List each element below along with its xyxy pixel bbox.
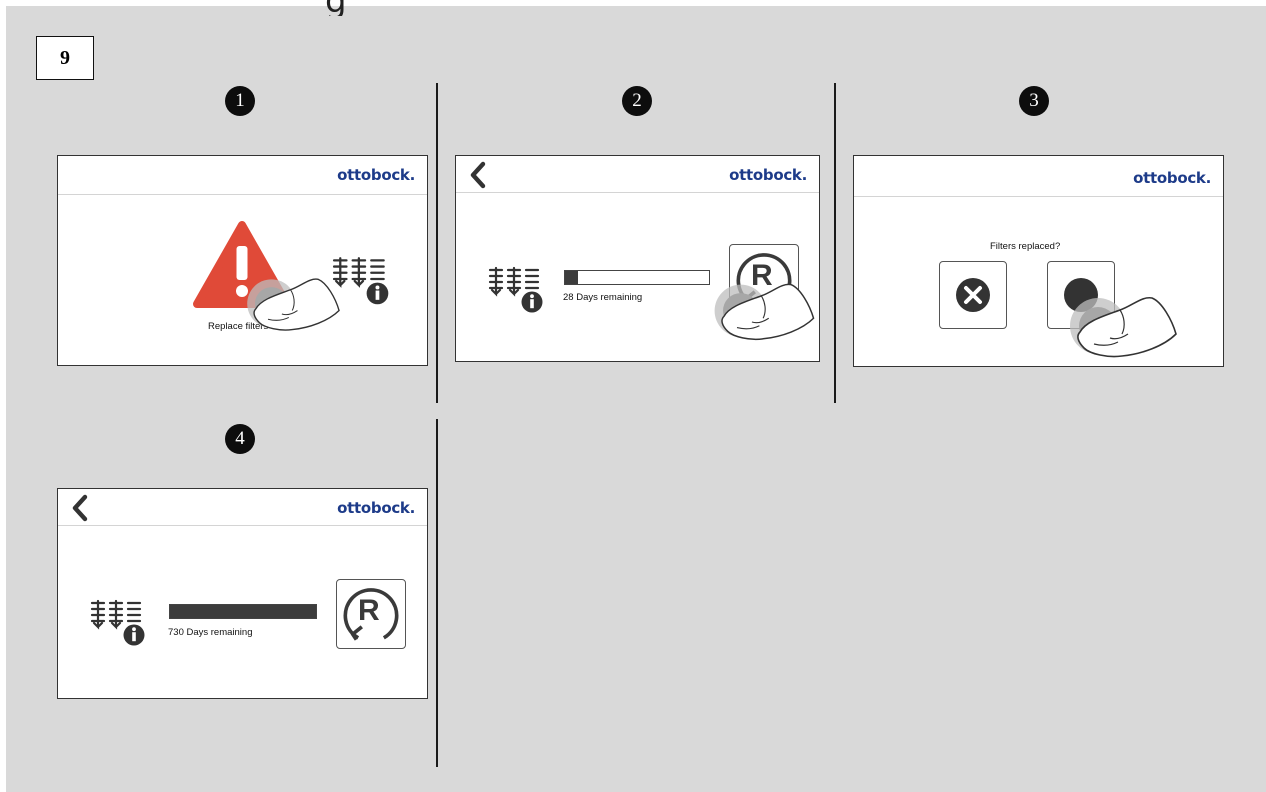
x-circle-icon bbox=[956, 278, 990, 312]
filter-life-bar bbox=[169, 604, 317, 619]
screen-panel-3: ottobock. Filters replaced? bbox=[853, 155, 1224, 367]
filter-life-fill bbox=[170, 605, 316, 618]
screen-header: ottobock. bbox=[58, 489, 427, 526]
ottobock-logo: ottobock. bbox=[337, 166, 415, 184]
reset-letter: R bbox=[358, 594, 380, 627]
filter-life-fill bbox=[565, 271, 578, 284]
chevron-left-icon[interactable] bbox=[70, 494, 90, 522]
step-marker-3: 3 bbox=[1019, 86, 1049, 116]
days-remaining-label: 28 Days remaining bbox=[563, 292, 643, 303]
screen-header: ottobock. bbox=[854, 156, 1223, 197]
chevron-left-icon[interactable] bbox=[468, 161, 488, 189]
figure-number: 9 bbox=[36, 36, 94, 80]
ottobock-logo: ottobock. bbox=[729, 166, 807, 184]
filter-info-icon[interactable] bbox=[90, 597, 150, 647]
days-remaining-label: 730 Days remaining bbox=[168, 627, 253, 638]
screen-header: ottobock. bbox=[58, 156, 427, 195]
step-marker-2: 2 bbox=[622, 86, 652, 116]
cancel-button[interactable] bbox=[939, 261, 1007, 329]
ottobock-logo: ottobock. bbox=[1133, 169, 1211, 187]
finger-tap-icon bbox=[242, 262, 346, 340]
filter-life-bar bbox=[564, 270, 710, 285]
step-marker-1: 1 bbox=[225, 86, 255, 116]
screen-header: ottobock. bbox=[456, 156, 819, 193]
heading-fragment: g bbox=[325, 0, 345, 16]
separator-line bbox=[436, 83, 438, 403]
separator-line bbox=[834, 83, 836, 403]
finger-tap-icon bbox=[709, 266, 820, 350]
reset-button[interactable]: R bbox=[336, 579, 406, 649]
screen-panel-2: ottobock. 28 Days remaining R bbox=[455, 155, 820, 362]
screen-panel-1: ottobock. Replace filters bbox=[57, 155, 428, 366]
filter-info-icon[interactable] bbox=[488, 264, 548, 314]
finger-tap-icon bbox=[1064, 278, 1184, 367]
filters-replaced-question: Filters replaced? bbox=[990, 241, 1061, 252]
screen-panel-4: ottobock. 730 Days remaining R bbox=[57, 488, 428, 699]
ottobock-logo: ottobock. bbox=[337, 499, 415, 517]
step-marker-4: 4 bbox=[225, 424, 255, 454]
separator-line bbox=[436, 419, 438, 767]
